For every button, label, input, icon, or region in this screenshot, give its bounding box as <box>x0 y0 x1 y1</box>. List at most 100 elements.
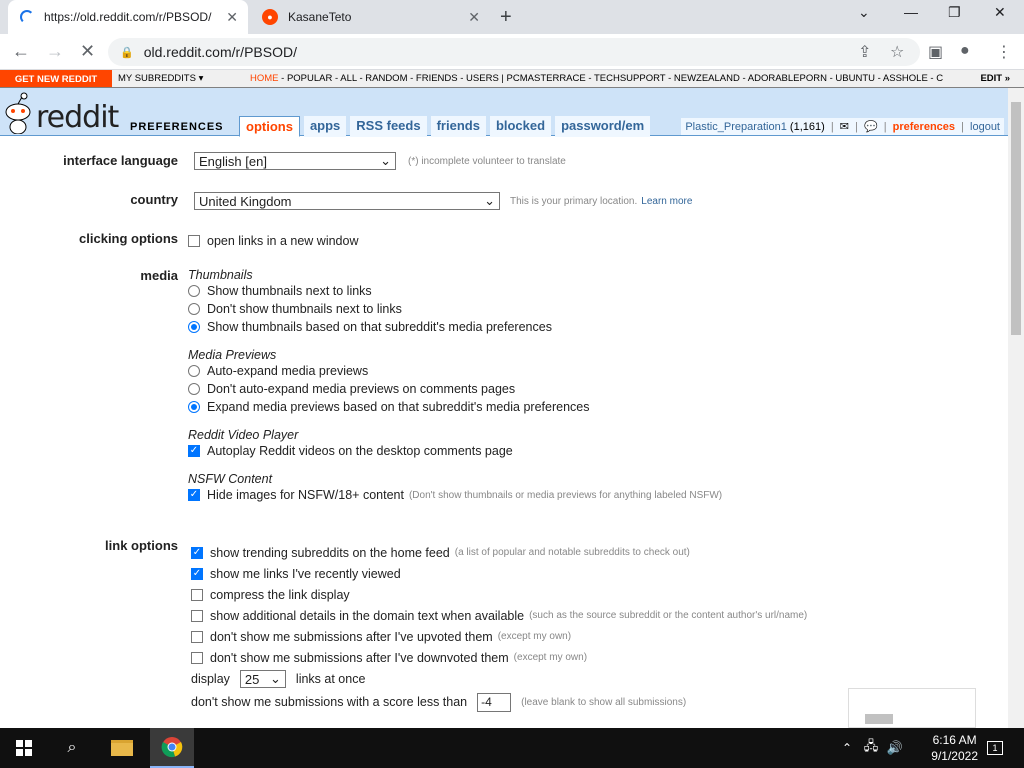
radio-selected[interactable] <box>188 321 200 333</box>
volume-icon[interactable]: 🔊 <box>884 728 906 768</box>
score-threshold-input[interactable]: -4 <box>477 692 512 712</box>
stop-loading-icon[interactable]: ✕ <box>80 41 95 62</box>
trending-option[interactable]: ✓ show trending subreddits on the home fe… <box>191 542 807 563</box>
preview-option[interactable]: Auto-expand media previews <box>188 362 722 380</box>
radio[interactable] <box>188 365 200 377</box>
radio[interactable] <box>188 383 200 395</box>
thumbnail-option[interactable]: Show thumbnails next to links <box>188 282 722 300</box>
learn-more-link[interactable]: Learn more <box>641 196 692 207</box>
checkbox-checked[interactable]: ✓ <box>188 445 200 457</box>
checkbox-checked[interactable]: ✓ <box>191 567 203 580</box>
tab-apps[interactable]: apps <box>303 116 347 137</box>
media-options: Thumbnails Show thumbnails next to links… <box>188 268 722 504</box>
mail-icon[interactable]: ✉ <box>840 121 849 133</box>
radio[interactable] <box>188 285 200 297</box>
tray-chevron-up-icon[interactable]: ⌃ <box>838 728 856 768</box>
pref-label: country <box>130 192 178 207</box>
tab-options[interactable]: options <box>239 116 300 137</box>
share-icon[interactable]: ⇪ <box>858 42 871 62</box>
language-note: (*) incomplete volunteer to translate <box>408 155 566 167</box>
checkbox[interactable] <box>188 235 200 247</box>
preferences-link[interactable]: preferences <box>893 121 955 133</box>
recently-viewed-option[interactable]: ✓ show me links I've recently viewed <box>191 563 807 584</box>
tab-search-chevron-icon[interactable]: ⌄ <box>858 4 870 21</box>
mini-scroll-widget[interactable] <box>848 688 976 728</box>
subreddit-links[interactable]: HOME - POPULAR - ALL - RANDOM - FRIENDS … <box>250 73 943 84</box>
snoo-logo-icon[interactable] <box>2 92 34 134</box>
my-subreddits-dropdown[interactable]: MY SUBREDDITS ▾ <box>118 73 203 84</box>
option-note: (Don't show thumbnails or media previews… <box>408 489 723 501</box>
autoplay-option[interactable]: ✓ Autoplay Reddit videos on the desktop c… <box>188 442 722 460</box>
option-note: (such as the source subreddit or the con… <box>529 610 808 621</box>
tab-rss-feeds[interactable]: RSS feeds <box>350 116 427 137</box>
reddit-favicon-icon: ● <box>262 9 278 25</box>
country-select[interactable]: United Kingdom ⌄ <box>194 192 500 210</box>
logout-link[interactable]: logout <box>970 121 1000 133</box>
notification-icon[interactable]: 1 <box>982 728 1008 768</box>
checkbox[interactable] <box>191 588 203 601</box>
language-select[interactable]: English [en] ⌄ <box>194 152 396 170</box>
window-close-icon[interactable]: ✕ <box>994 4 1006 21</box>
thumbnail-option[interactable]: Don't show thumbnails next to links <box>188 300 722 318</box>
scrollbar-thumb[interactable] <box>1011 102 1021 335</box>
checkbox-checked[interactable]: ✓ <box>191 546 203 559</box>
forward-arrow-icon[interactable]: → <box>46 41 64 62</box>
back-arrow-icon[interactable]: ← <box>12 41 30 62</box>
system-clock[interactable]: 6:16 AM 9/1/2022 <box>931 732 978 764</box>
radio[interactable] <box>188 303 200 315</box>
hide-upvoted-option[interactable]: don't show me submissions after I've upv… <box>191 626 807 647</box>
chevron-down-icon: ⌄ <box>270 671 281 686</box>
windows-start-icon[interactable] <box>6 728 42 768</box>
tab-title: KasaneTeto <box>288 10 352 24</box>
username-link[interactable]: Plastic_Preparation1 <box>685 121 787 133</box>
thumbnail-option[interactable]: Show thumbnails based on that subreddit'… <box>188 318 722 336</box>
reddit-logo-text[interactable]: reddit <box>36 100 119 135</box>
option-label: show trending subreddits on the home fee… <box>210 545 450 560</box>
video-player-heading: Reddit Video Player <box>188 428 299 442</box>
display-count-select[interactable]: 25 ⌄ <box>239 670 286 688</box>
preview-option[interactable]: Don't auto-expand media previews on comm… <box>188 380 722 398</box>
radio-selected[interactable] <box>188 401 200 413</box>
tab-password-email[interactable]: password/em <box>555 116 651 137</box>
edit-subreddits-link[interactable]: EDIT » <box>974 73 1010 84</box>
menu-kebab-icon[interactable]: ⋮ <box>996 42 1012 62</box>
compress-option[interactable]: compress the link display <box>191 584 807 605</box>
tab-close-icon[interactable]: ✕ <box>468 9 480 26</box>
checkbox-checked[interactable]: ✓ <box>188 489 200 501</box>
vertical-scrollbar[interactable] <box>1008 88 1024 728</box>
tab-reddit-pbsod[interactable]: https://old.reddit.com/r/PBSOD/ ✕ <box>8 0 248 34</box>
nsfw-heading: NSFW Content <box>188 472 273 486</box>
checkbox[interactable] <box>191 609 203 622</box>
preview-option[interactable]: Expand media previews based on that subr… <box>188 398 722 416</box>
tab-close-icon[interactable]: ✕ <box>226 9 238 26</box>
restore-icon[interactable]: ❐ <box>948 4 961 21</box>
network-icon[interactable]: 🖧 <box>860 728 882 768</box>
new-tab-button[interactable]: + <box>500 6 512 29</box>
side-panel-icon[interactable]: ▣ <box>928 42 943 62</box>
chevron-down-icon: ⌄ <box>380 153 391 168</box>
pref-label: media <box>140 268 178 283</box>
domain-details-option[interactable]: show additional details in the domain te… <box>191 605 807 626</box>
preferences-tabs: options apps RSS feeds friends blocked p… <box>239 116 651 137</box>
profile-avatar-icon[interactable]: ● <box>960 42 970 60</box>
address-bar[interactable]: 🔒 old.reddit.com/r/PBSOD/ <box>108 38 920 66</box>
chrome-taskbar-icon[interactable] <box>150 728 194 768</box>
nsfw-option[interactable]: ✓ Hide images for NSFW/18+ content (Don't … <box>188 486 722 504</box>
chat-icon[interactable]: 💬 <box>864 121 878 133</box>
file-explorer-icon[interactable] <box>102 728 142 768</box>
get-new-reddit-button[interactable]: GET NEW REDDIT <box>0 70 112 87</box>
tab-kasaneteto[interactable]: ● KasaneTeto ✕ <box>250 0 490 34</box>
hide-downvoted-option[interactable]: don't show me submissions after I've dow… <box>191 647 807 668</box>
horizontal-scroll-thumb[interactable] <box>865 714 893 724</box>
home-link[interactable]: HOME <box>250 73 279 84</box>
checkbox[interactable] <box>191 651 203 664</box>
clock-date: 9/1/2022 <box>931 749 978 763</box>
search-icon[interactable]: ⌕ <box>54 728 90 768</box>
checkbox[interactable] <box>191 630 203 643</box>
tab-blocked[interactable]: blocked <box>489 116 552 137</box>
minimize-icon[interactable]: — <box>904 4 918 20</box>
bookmark-star-icon[interactable]: ☆ <box>890 42 904 62</box>
tab-friends[interactable]: friends <box>430 116 486 137</box>
subreddit-list[interactable]: - POPULAR - ALL - RANDOM - FRIENDS - USE… <box>281 73 943 84</box>
open-new-window-option[interactable]: open links in a new window <box>188 232 358 250</box>
